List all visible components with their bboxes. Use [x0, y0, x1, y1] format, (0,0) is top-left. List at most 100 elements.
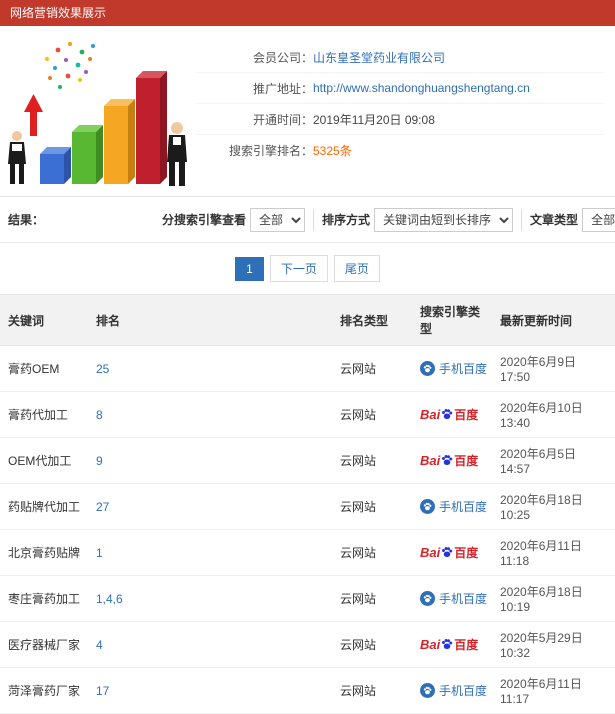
rank-link[interactable]: 4: [96, 638, 103, 652]
cell-keyword: 膏药代加工: [0, 391, 88, 438]
rank-count-value: 5325条: [313, 144, 352, 158]
engine-baidu: Bai 百度: [420, 452, 478, 469]
bar-chart-graphic: [8, 42, 187, 186]
cell-time: 2020年6月5日 14:57: [492, 437, 615, 484]
cell-keyword: OEM代加工: [0, 437, 88, 484]
chart-illustration: [0, 32, 195, 192]
engine-mobile-label: 手机百度: [439, 592, 488, 606]
rank-count-label: 搜索引擎排名：: [228, 144, 313, 158]
filter-groups: 分搜索引擎查看 全部 排序方式 关键词由短到长排序 文章类型 全部 提交: [162, 206, 615, 233]
header-rank-type: 排名类型: [332, 294, 412, 346]
cell-rank-type: 云网站: [332, 345, 412, 392]
divider: [521, 208, 523, 231]
page-number-current[interactable]: 1: [235, 256, 264, 281]
engine-mobile-label: 手机百度: [439, 684, 488, 698]
open-time-value: 2019年11月20日 09:08: [313, 112, 435, 127]
engine-baidu-prefix: Bai: [420, 407, 441, 422]
cell-time: 2020年6月11日 11:18: [492, 529, 615, 576]
field-open-time: 开通时间： 2019年11月20日 09:08: [195, 104, 605, 135]
cell-keyword: 北京膏药贴牌: [0, 529, 88, 576]
result-label: 结果：: [8, 213, 45, 227]
article-filter-group: 文章类型 全部: [530, 207, 615, 232]
last-page-button[interactable]: 尾页: [333, 255, 380, 282]
table-row: 医疗器械厂家 4 云网站 手机百度 Bai 百度 2020年5月29日 10:3…: [0, 621, 615, 668]
rank-link[interactable]: 25: [96, 362, 109, 376]
engine-baidu-suffix: 百度: [454, 454, 479, 468]
table-row: OEM代加工 9 云网站 手机百度 Bai 百度 2020年6月5日 14:57: [0, 437, 615, 484]
field-rank-count: 搜索引擎排名： 5325条: [195, 135, 605, 166]
engine-baidu-prefix: Bai: [420, 545, 441, 560]
cell-time: 2020年6月18日 10:25: [492, 483, 615, 530]
cell-rank-type: 云网站: [332, 575, 412, 622]
mobile-baidu-icon: [420, 683, 435, 698]
engine-cell: 手机百度 Bai 百度: [412, 437, 492, 484]
cell-rank-type: 云网站: [332, 667, 412, 714]
article-filter-select[interactable]: 全部: [582, 207, 615, 232]
engine-cell: 手机百度 Bai 百度: [412, 483, 492, 530]
info-section: 会员公司： 山东皇圣堂药业有限公司 推广地址： http://www.shand…: [0, 26, 615, 196]
businessman-right-figure: [167, 122, 187, 186]
cell-time: 2020年6月9日 17:50: [492, 345, 615, 392]
engine-mobile: 手机百度: [420, 590, 487, 607]
page-header: 网络营销效果展示: [0, 0, 615, 26]
cell-rank-type: 云网站: [332, 437, 412, 484]
baidu-paw-icon: [441, 453, 453, 468]
rank-link[interactable]: 8: [96, 408, 103, 422]
divider: [313, 208, 315, 231]
table-header-row: 关键词 排名 排名类型 搜索引擎类型 最新更新时间: [0, 294, 615, 346]
header-rank: 排名: [88, 294, 332, 346]
engine-cell: 手机百度 Bai 百度: [412, 391, 492, 438]
header-engine: 搜索引擎类型: [412, 294, 492, 346]
page-title: 网络营销效果展示: [10, 6, 107, 20]
cell-rank-type: 云网站: [332, 621, 412, 668]
rank-link[interactable]: 9: [96, 454, 103, 468]
cell-time: 2020年6月18日 10:19: [492, 575, 615, 622]
cell-keyword: 医疗器械厂家: [0, 621, 88, 668]
table-row: 菏泽膏药厂家 17 云网站 手机百度 Bai 百度 2020年6月11日 11:…: [0, 667, 615, 714]
cell-keyword: 菏泽膏药厂家: [0, 667, 88, 714]
company-label: 会员公司：: [252, 50, 313, 65]
cell-rank-type: 云网站: [332, 483, 412, 530]
promo-url-link[interactable]: http://www.shandonghuangshengtang.cn: [313, 81, 530, 95]
cell-time: 2020年6月10日 13:40: [492, 391, 615, 438]
rank-link[interactable]: 17: [96, 684, 109, 698]
engine-baidu-suffix: 百度: [454, 546, 479, 560]
mobile-baidu-icon: [420, 591, 435, 606]
engine-mobile-label: 手机百度: [439, 500, 488, 514]
engine-mobile: 手机百度: [420, 360, 487, 377]
engine-mobile-label: 手机百度: [439, 362, 488, 376]
engine-baidu-prefix: Bai: [420, 637, 441, 652]
table-row: 膏药代加工 8 云网站 手机百度 Bai 百度 2020年6月10日 13:40: [0, 391, 615, 438]
results-table: 关键词 排名 排名类型 搜索引擎类型 最新更新时间 膏药OEM 25 云网站 手…: [0, 294, 615, 714]
engine-baidu: Bai 百度: [420, 636, 478, 653]
engine-cell: 手机百度 Bai 百度: [412, 575, 492, 622]
pagination: 1 下一页 尾页: [0, 243, 615, 294]
rank-link[interactable]: 27: [96, 500, 109, 514]
sort-filter-select[interactable]: 关键词由短到长排序: [374, 207, 514, 232]
promo-url-label: 推广地址：: [252, 81, 313, 96]
table-row: 北京膏药贴牌 1 云网站 手机百度 Bai 百度 2020年6月11日 11:1…: [0, 529, 615, 576]
rank-link[interactable]: 1,4,6: [96, 592, 123, 606]
engine-filter-select[interactable]: 全部: [250, 207, 306, 232]
next-page-button[interactable]: 下一页: [269, 255, 328, 282]
cell-time: 2020年6月11日 11:17: [492, 667, 615, 714]
engine-cell: 手机百度 Bai 百度: [412, 529, 492, 576]
cell-rank-type: 云网站: [332, 391, 412, 438]
sort-filter-label: 排序方式: [322, 213, 371, 227]
company-link[interactable]: 山东皇圣堂药业有限公司: [313, 51, 445, 65]
cell-keyword: 膏药OEM: [0, 345, 88, 392]
engine-cell: 手机百度 Bai 百度: [412, 621, 492, 668]
engine-cell: 手机百度 Bai 百度: [412, 345, 492, 392]
header-time: 最新更新时间: [492, 294, 615, 346]
engine-baidu-prefix: Bai: [420, 453, 441, 468]
engine-baidu-suffix: 百度: [454, 638, 479, 652]
baidu-paw-icon: [441, 407, 453, 422]
table-row: 药贴牌代加工 27 云网站 手机百度 Bai 百度 2020年6月18日 10:…: [0, 483, 615, 530]
cell-keyword: 药贴牌代加工: [0, 483, 88, 530]
engine-baidu: Bai 百度: [420, 406, 478, 423]
businessman-left-figure: [8, 131, 26, 184]
field-company: 会员公司： 山东皇圣堂药业有限公司: [195, 42, 605, 73]
engine-cell: 手机百度 Bai 百度: [412, 667, 492, 714]
engine-baidu-suffix: 百度: [454, 408, 479, 422]
rank-link[interactable]: 1: [96, 546, 103, 560]
